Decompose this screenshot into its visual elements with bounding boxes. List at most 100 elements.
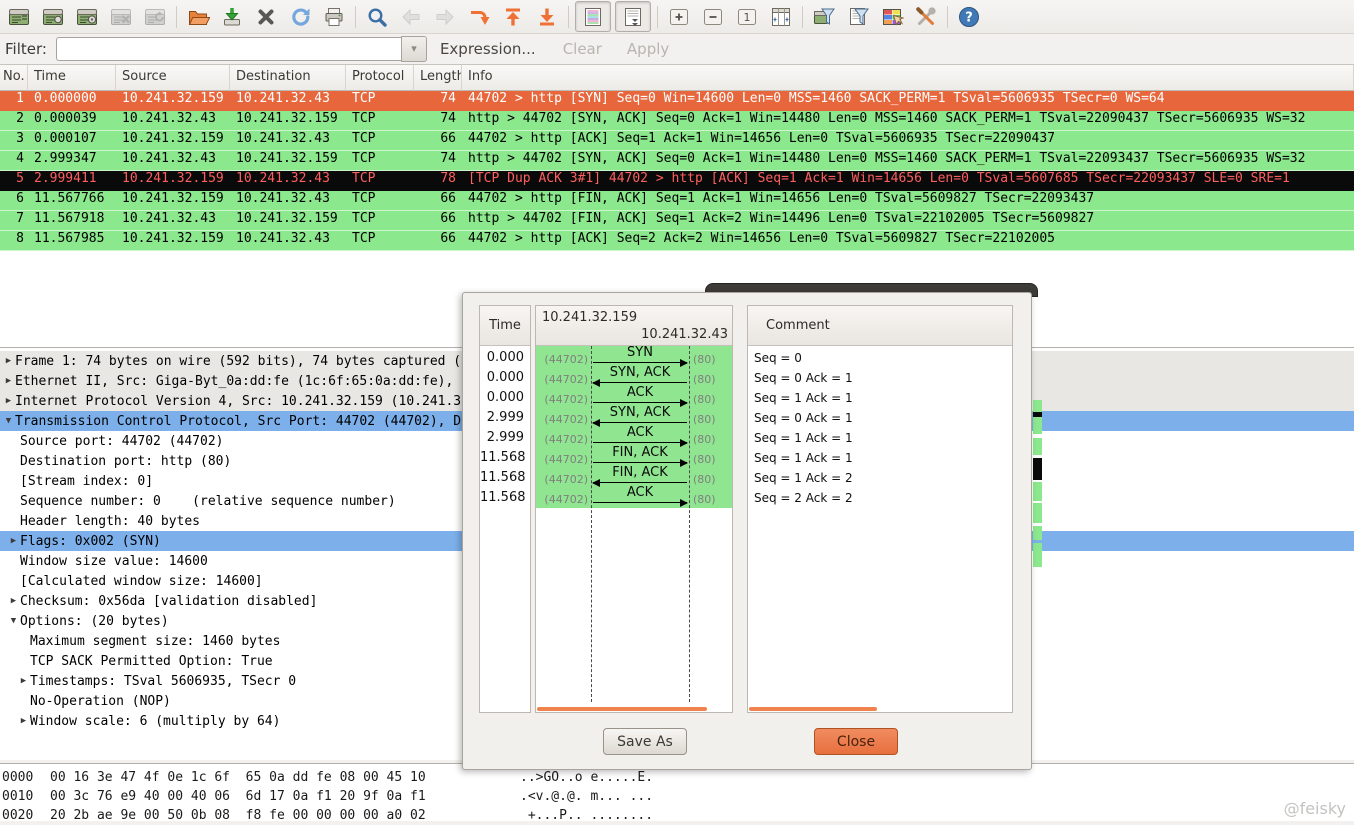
print-button[interactable] [317,2,351,31]
capture-filter-button[interactable] [807,2,841,31]
packet-cell-no: 5 [0,171,28,191]
detail-text: Maximum segment size: 1460 bytes [30,634,280,649]
packet-cell-proto: TCP [346,131,414,151]
packet-cell-info: http > 44702 [FIN, ACK] Seq=1 Ack=2 Win=… [462,211,1354,231]
collapsed-triangle-icon[interactable]: ▶ [2,356,15,366]
background-window-sliver [1033,400,1042,412]
packet-cell-len: 74 [414,91,462,111]
collapsed-triangle-icon[interactable]: ▶ [17,716,30,726]
hex-line[interactable]: 000000 16 3e 47 4f 0e 1c 6f 65 0a dd fe … [0,768,1354,787]
packet-cell-dst: 10.241.32.43 [230,171,346,191]
column-header-proto[interactable]: Protocol [346,65,414,91]
packet-cell-time: 11.567918 [28,211,116,231]
auto-scroll-button[interactable] [615,1,651,32]
packet-cell-info: http > 44702 [SYN, ACK] Seq=0 Ack=1 Win=… [462,151,1354,171]
coloring-rules-button[interactable] [875,2,909,31]
find-button[interactable] [360,2,394,31]
preferences-button[interactable] [909,2,943,31]
filter-bar: Filter: ▾ Expression... Clear Apply [0,33,1354,64]
packet-row[interactable]: 52.99941110.241.32.15910.241.32.43TCP78[… [0,171,1354,191]
collapsed-triangle-icon[interactable]: ▶ [7,596,20,606]
go-top-button[interactable] [496,2,530,31]
print-icon [322,5,346,29]
background-window-sliver [1033,458,1042,480]
packet-cell-dst: 10.241.32.43 [230,91,346,111]
filter-input[interactable] [56,37,401,61]
packet-cell-info: 44702 > http [ACK] Seq=2 Ack=2 Win=14656… [462,231,1354,251]
graph-horizontal-scrollbar[interactable] [537,707,707,711]
packet-cell-time: 11.567766 [28,191,116,211]
detail-text: Checksum: 0x56da [validation disabled] [20,594,317,609]
hex-line[interactable]: 001000 3c 76 e9 40 00 40 06 6d 17 0a f1 … [0,787,1354,806]
comment-horizontal-scrollbar[interactable] [749,707,877,711]
packet-row[interactable]: 20.00003910.241.32.4310.241.32.159TCP74h… [0,111,1354,131]
filter-dropdown-button[interactable]: ▾ [401,36,427,62]
hex-line[interactable]: 002020 2b ae 9e 00 50 0b 08 f8 fe 00 00 … [0,806,1354,825]
display-filter-button[interactable] [841,2,875,31]
packet-cell-no: 8 [0,231,28,251]
toolbar-separator [355,6,356,28]
detail-text: [Calculated window size: 14600] [20,574,263,589]
column-header-info[interactable]: Info [462,65,1354,91]
zoom-out-button[interactable] [696,2,730,31]
collapsed-triangle-icon[interactable]: ▶ [17,676,30,686]
packet-row[interactable]: 30.00010710.241.32.15910.241.32.43TCP664… [0,131,1354,151]
toolbar: 1? [0,0,1354,34]
column-header-src[interactable]: Source [116,65,230,91]
flow-time-value: 11.568 [480,488,530,508]
column-header-dst[interactable]: Destination [230,65,346,91]
help-button[interactable]: ? [952,2,986,31]
flow-time-header: Time [480,306,530,346]
expanded-triangle-icon[interactable]: ▼ [7,616,20,626]
expression-button[interactable]: Expression... [440,40,536,58]
src-port-label: (44702) [536,493,588,506]
packet-list-header: No.TimeSourceDestinationProtocolLengthIn… [0,65,1354,91]
start-capture-button[interactable] [70,2,104,31]
flow-arrow-label: SYN [593,346,687,360]
flow-arrow-row[interactable]: (44702)ACK(80) [536,488,732,508]
packet-row[interactable]: 42.99934710.241.32.4310.241.32.159TCP74h… [0,151,1354,171]
column-header-no[interactable]: No. [0,65,28,91]
flow-arrow-left-icon [593,422,687,423]
auto-scroll-icon [621,5,645,29]
packet-cell-time: 0.000039 [28,111,116,131]
collapsed-triangle-icon[interactable]: ▶ [7,536,20,546]
flow-comment: Seq = 0 [748,348,1012,368]
colorize-button[interactable] [575,1,611,32]
packet-cell-dst: 10.241.32.159 [230,151,346,171]
close-button[interactable]: Close [814,728,898,755]
packet-row[interactable]: 811.56798510.241.32.15910.241.32.43TCP66… [0,231,1354,251]
list-interfaces-button[interactable] [2,2,36,31]
save-as-button[interactable]: Save As [603,728,687,755]
flow-arrow-right-icon [593,462,687,463]
expanded-triangle-icon[interactable]: ▼ [2,416,15,426]
apply-button: Apply [627,40,669,58]
packet-cell-no: 6 [0,191,28,211]
collapsed-triangle-icon[interactable]: ▶ [2,376,15,386]
go-bottom-button[interactable] [530,2,564,31]
zoom-in-button[interactable] [662,2,696,31]
flow-comment-header: Comment [748,306,1012,346]
collapsed-triangle-icon[interactable]: ▶ [2,396,15,406]
packet-cell-info: [TCP Dup ACK 3#1] 44702 > http [ACK] Seq… [462,171,1354,191]
colorize-icon [581,5,605,29]
zoom-100-button[interactable]: 1 [730,2,764,31]
detail-text: Destination port: http (80) [20,454,231,469]
capture-options-button[interactable] [36,2,70,31]
close-file-button[interactable] [249,2,283,31]
packet-row[interactable]: 10.00000010.241.32.15910.241.32.43TCP744… [0,91,1354,111]
go-to-packet-button[interactable] [462,2,496,31]
open-file-button[interactable] [181,2,215,31]
clear-button: Clear [563,40,602,58]
column-header-len[interactable]: Length [414,65,462,91]
packet-row[interactable]: 711.56791810.241.32.4310.241.32.159TCP66… [0,211,1354,231]
save-file-button[interactable] [215,2,249,31]
reload-icon [288,5,312,29]
hex-ascii: .<v.@.@. m... ... [520,787,653,806]
resize-columns-button[interactable] [764,2,798,31]
reload-button[interactable] [283,2,317,31]
src-port-label: (44702) [536,413,588,426]
column-header-time[interactable]: Time [28,65,116,91]
flow-time-panel: Time 0.0000.0000.0002.9992.99911.56811.5… [479,305,531,713]
packet-row[interactable]: 611.56776610.241.32.15910.241.32.43TCP66… [0,191,1354,211]
